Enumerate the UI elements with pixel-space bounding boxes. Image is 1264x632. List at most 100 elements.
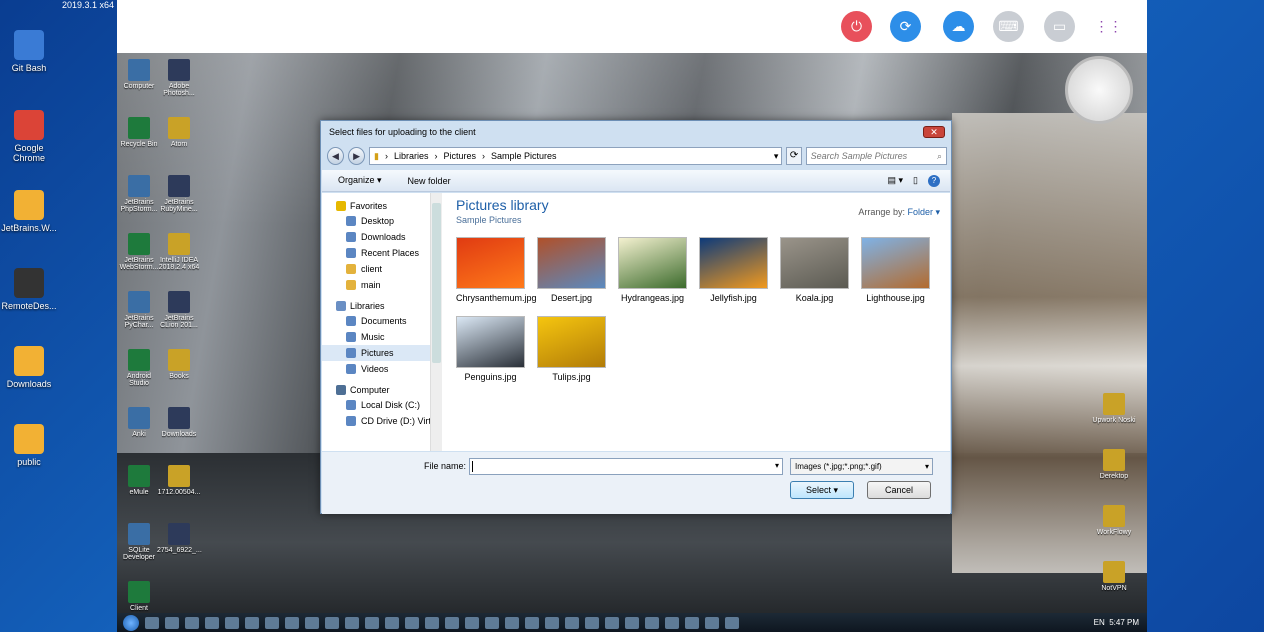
file-item[interactable]: Desert.jpg bbox=[537, 237, 606, 304]
nav-item-recent-places[interactable]: Recent Places bbox=[322, 245, 441, 261]
chevron-down-icon[interactable]: ▾ bbox=[774, 151, 782, 162]
nav-group-libraries[interactable]: Libraries bbox=[322, 293, 441, 313]
taskbar-app-icon[interactable] bbox=[525, 616, 539, 629]
remote-right-icon-0[interactable]: Upwork Noski bbox=[1092, 393, 1136, 424]
remote-desktop[interactable]: Computer Adobe Photosh... Recycle Bin Atom J… bbox=[117, 53, 1147, 632]
close-button[interactable]: ✕ bbox=[923, 126, 945, 138]
taskbar-app-icon[interactable] bbox=[645, 616, 659, 629]
taskbar-app-icon[interactable] bbox=[685, 616, 699, 629]
apps-button[interactable]: ⋮⋮ bbox=[1093, 11, 1124, 42]
taskbar-app-icon[interactable] bbox=[385, 616, 399, 629]
taskbar-app-icon[interactable] bbox=[545, 616, 559, 629]
nav-item-music[interactable]: Music bbox=[322, 329, 441, 345]
taskbar-app-icon[interactable] bbox=[725, 616, 739, 629]
remote-icon-3[interactable]: Atom bbox=[157, 117, 201, 148]
refresh-path-button[interactable]: ⟳ bbox=[786, 147, 802, 165]
back-button[interactable]: ◀ bbox=[327, 147, 345, 165]
taskbar-app-icon[interactable] bbox=[205, 616, 219, 629]
nav-item-downloads[interactable]: Downloads bbox=[322, 229, 441, 245]
breadcrumb-sample-pictures[interactable]: Sample Pictures bbox=[491, 151, 557, 161]
file-item[interactable]: Tulips.jpg bbox=[537, 316, 606, 383]
nav-item-main[interactable]: main bbox=[322, 277, 441, 293]
nav-group-computer[interactable]: Computer bbox=[322, 377, 441, 397]
language-indicator[interactable]: EN bbox=[1094, 618, 1105, 627]
cancel-button[interactable]: Cancel bbox=[867, 481, 931, 499]
remote-icon-18[interactable]: Client bbox=[117, 581, 161, 612]
remote-right-icon-3[interactable]: NotVPN bbox=[1092, 561, 1136, 592]
remote-icon-13[interactable]: Downloads bbox=[157, 407, 201, 438]
taskbar-app-icon[interactable] bbox=[625, 616, 639, 629]
taskbar-app-icon[interactable] bbox=[265, 616, 279, 629]
file-name-input[interactable]: ▾ bbox=[469, 458, 783, 475]
nav-item-client[interactable]: client bbox=[322, 261, 441, 277]
nav-item-pictures[interactable]: Pictures bbox=[322, 345, 441, 361]
new-folder-button[interactable]: New folder bbox=[408, 176, 451, 186]
remote-icon-5[interactable]: JetBrains RubyMine... bbox=[157, 175, 201, 213]
host-icon-1[interactable]: Google Chrome bbox=[0, 110, 58, 163]
remote-icon-1[interactable]: Adobe Photosh... bbox=[157, 59, 201, 97]
nav-item-documents[interactable]: Documents bbox=[322, 313, 441, 329]
clock[interactable]: 5:47 PM bbox=[1109, 618, 1139, 627]
host-icon-3[interactable]: RemoteDes... bbox=[0, 268, 58, 311]
file-item[interactable]: Hydrangeas.jpg bbox=[618, 237, 687, 304]
remote-icon-15[interactable]: 1712.00504... bbox=[157, 465, 201, 496]
nav-item-videos[interactable]: Videos bbox=[322, 361, 441, 377]
remote-icon-14[interactable]: eMule bbox=[117, 465, 161, 496]
breadcrumb[interactable]: ▮ › Libraries › Pictures › Sample Pictur… bbox=[369, 147, 783, 165]
remote-icon-8[interactable]: JetBrains PyChar... bbox=[117, 291, 161, 329]
refresh-button[interactable]: ⟳ bbox=[890, 11, 921, 42]
host-icon-2[interactable]: JetBrains.W... bbox=[0, 190, 58, 233]
taskbar-app-icon[interactable] bbox=[565, 616, 579, 629]
taskbar-app-icon[interactable] bbox=[465, 616, 479, 629]
remote-icon-9[interactable]: JetBrains CLion 201... bbox=[157, 291, 201, 329]
remote-icon-4[interactable]: JetBrains PhpStorm... bbox=[117, 175, 161, 213]
screen-button[interactable]: ▭ bbox=[1044, 11, 1075, 42]
taskbar-app-icon[interactable] bbox=[405, 616, 419, 629]
breadcrumb-libraries[interactable]: Libraries bbox=[394, 151, 429, 161]
chevron-down-icon[interactable]: ▾ bbox=[775, 461, 779, 470]
nav-group-favorites[interactable]: Favorites bbox=[322, 193, 441, 213]
select-button[interactable]: Select ▾ bbox=[790, 481, 854, 499]
remote-icon-2[interactable]: Recycle Bin bbox=[117, 117, 161, 148]
nav-item-cd-drive-d-virt[interactable]: CD Drive (D:) Virt bbox=[322, 413, 441, 429]
file-type-select[interactable]: Images (*.jpg;*.png;*.gif) ▾ bbox=[790, 458, 933, 475]
keyboard-button[interactable]: ⌨ bbox=[993, 11, 1024, 42]
file-item[interactable]: Penguins.jpg bbox=[456, 316, 525, 383]
taskbar-app-icon[interactable] bbox=[505, 616, 519, 629]
help-icon[interactable]: ? bbox=[928, 174, 940, 187]
taskbar-app-icon[interactable] bbox=[185, 616, 199, 629]
arrange-by-dropdown[interactable]: Folder ▾ bbox=[907, 207, 940, 217]
search-input[interactable]: Search Sample Pictures ⌕ bbox=[805, 147, 947, 165]
file-item[interactable]: Chrysanthemum.jpg bbox=[456, 237, 537, 304]
taskbar-app-icon[interactable] bbox=[585, 616, 599, 629]
remote-icon-7[interactable]: IntelliJ IDEA 2018.2.4 x64 bbox=[157, 233, 201, 271]
taskbar-app-icon[interactable] bbox=[365, 616, 379, 629]
remote-icon-6[interactable]: JetBrains WebStorm... bbox=[117, 233, 161, 271]
taskbar-app-icon[interactable] bbox=[445, 616, 459, 629]
view-options-icon[interactable]: ▤ ▾ bbox=[888, 175, 904, 186]
taskbar-app-icon[interactable] bbox=[705, 616, 719, 629]
taskbar-app-icon[interactable] bbox=[485, 616, 499, 629]
host-icon-5[interactable]: public bbox=[0, 424, 58, 467]
nav-item-local-disk-c-[interactable]: Local Disk (C:) bbox=[322, 397, 441, 413]
forward-button[interactable]: ▶ bbox=[348, 147, 366, 165]
file-item[interactable]: Koala.jpg bbox=[780, 237, 849, 304]
start-button[interactable] bbox=[123, 614, 139, 631]
remote-right-icon-2[interactable]: WorkFlowy bbox=[1092, 505, 1136, 536]
taskbar-app-icon[interactable] bbox=[165, 616, 179, 629]
preview-pane-icon[interactable]: ▯ bbox=[913, 175, 918, 186]
remote-icon-16[interactable]: SQLite Developer bbox=[117, 523, 161, 561]
taskbar-app-icon[interactable] bbox=[345, 616, 359, 629]
taskbar-app-icon[interactable] bbox=[305, 616, 319, 629]
taskbar-app-icon[interactable] bbox=[145, 616, 159, 629]
taskbar-app-icon[interactable] bbox=[245, 616, 259, 629]
taskbar-app-icon[interactable] bbox=[285, 616, 299, 629]
organize-button[interactable]: Organize ▾ bbox=[338, 175, 382, 186]
taskbar-app-icon[interactable] bbox=[425, 616, 439, 629]
file-item[interactable]: Jellyfish.jpg bbox=[699, 237, 768, 304]
breadcrumb-pictures[interactable]: Pictures bbox=[444, 151, 477, 161]
host-icon-0[interactable]: Git Bash bbox=[0, 30, 58, 73]
host-icon-4[interactable]: Downloads bbox=[0, 346, 58, 389]
power-button[interactable]: ⏻ bbox=[841, 11, 872, 42]
taskbar-app-icon[interactable] bbox=[325, 616, 339, 629]
